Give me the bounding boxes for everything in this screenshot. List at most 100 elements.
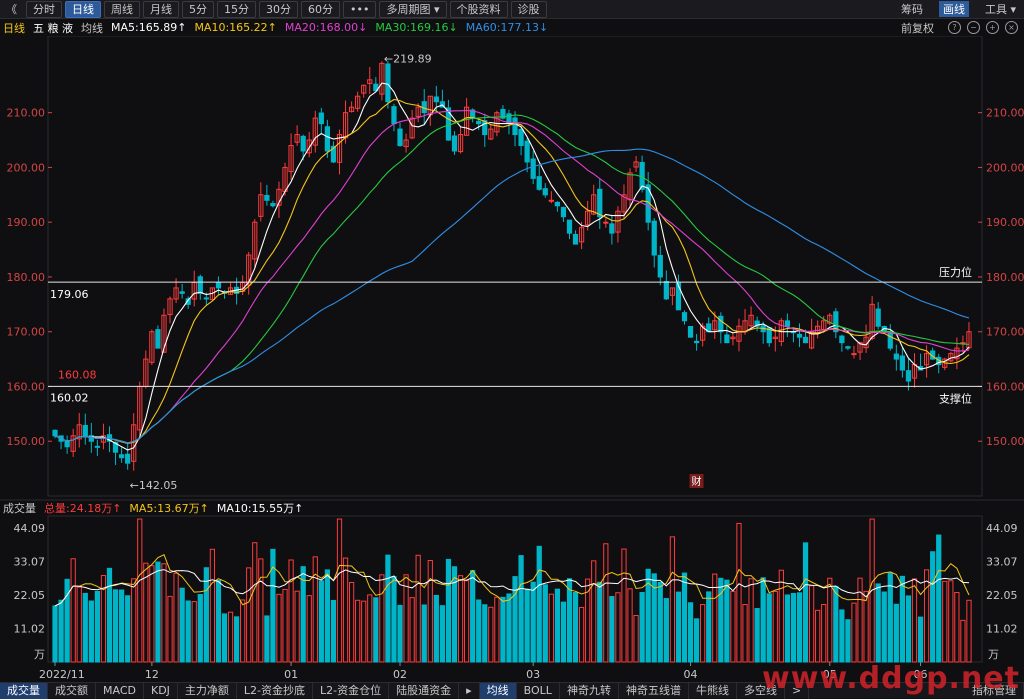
x-axis-label: 2022/11 bbox=[39, 668, 85, 681]
volume-bar bbox=[796, 592, 803, 663]
x-axis-label: 04 bbox=[684, 668, 698, 681]
volume-bar bbox=[330, 599, 337, 663]
high-marker: ←219.89 bbox=[384, 53, 432, 66]
candle-body bbox=[203, 297, 209, 300]
volume-bar bbox=[500, 596, 506, 663]
indicator-tab-8[interactable]: ▸ bbox=[459, 682, 480, 699]
volume-bar bbox=[851, 602, 857, 663]
volume-bar bbox=[88, 600, 94, 663]
ma20-value: MA20:168.00↓ bbox=[284, 21, 368, 34]
volume-bar bbox=[258, 558, 264, 663]
volume-bar bbox=[233, 616, 240, 663]
volume-bar bbox=[361, 600, 367, 663]
period-button-8[interactable]: ••• bbox=[343, 0, 377, 18]
ma60-value: MA60:177.13↓ bbox=[465, 21, 549, 34]
watermark: www.ddgp.net bbox=[762, 661, 1020, 696]
volume-bar bbox=[173, 572, 179, 663]
volume-bar bbox=[821, 604, 827, 663]
close-icon[interactable]: × bbox=[1005, 21, 1018, 34]
volume-ma5: MA5:13.67万↑ bbox=[129, 502, 209, 515]
volume-bar bbox=[282, 588, 288, 663]
volume-bar bbox=[633, 614, 639, 663]
indicator-tab-5[interactable]: L2-资金抄底 bbox=[237, 682, 314, 699]
volume-bar bbox=[209, 548, 216, 663]
indicator-tab-0[interactable]: 成交量 bbox=[0, 682, 48, 699]
volume-bar bbox=[300, 566, 306, 663]
volume-bar bbox=[427, 559, 433, 663]
volume-bar bbox=[70, 558, 76, 663]
candle-body bbox=[693, 340, 700, 344]
volume-bar bbox=[700, 604, 706, 663]
indicator-tab-4[interactable]: 主力净额 bbox=[178, 682, 237, 699]
indicator-tab-12[interactable]: 神奇五线谱 bbox=[619, 682, 689, 699]
candle-body bbox=[681, 312, 688, 322]
period-button-9[interactable]: 多周期图 ▾ bbox=[379, 0, 447, 18]
price-tick-label-left: 190.00 bbox=[7, 216, 46, 229]
period-button-1[interactable]: 日线 bbox=[65, 0, 101, 18]
candle-body bbox=[597, 188, 603, 218]
volume-bar bbox=[675, 591, 682, 663]
volume-bar bbox=[445, 558, 452, 663]
volume-bar bbox=[506, 593, 512, 663]
indicator-tab-11[interactable]: 神奇九转 bbox=[560, 682, 619, 699]
indicator-tab-3[interactable]: KDJ bbox=[144, 682, 178, 699]
volume-bar bbox=[94, 590, 101, 663]
period-button-10[interactable]: 个股资料 bbox=[449, 0, 508, 18]
volume-bar bbox=[488, 606, 494, 663]
volume-bar bbox=[161, 563, 167, 663]
volume-bar bbox=[766, 593, 772, 663]
volume-bar bbox=[415, 554, 421, 663]
volume-bar bbox=[276, 593, 282, 663]
candle-body bbox=[52, 429, 58, 437]
volume-bar bbox=[215, 579, 222, 663]
indicator-tab-9[interactable]: 均线 bbox=[479, 682, 517, 699]
period-button-11[interactable]: 诊股 bbox=[510, 0, 547, 18]
adjust-selector[interactable]: 前复权 bbox=[901, 20, 934, 36]
indicator-tab-7[interactable]: 陆股通资金 bbox=[389, 682, 460, 699]
volume-bar bbox=[863, 590, 869, 663]
indicator-tab-2[interactable]: MACD bbox=[96, 682, 144, 699]
volume-bar bbox=[905, 595, 912, 663]
volume-bar bbox=[451, 566, 458, 663]
period-button-2[interactable]: 周线 bbox=[104, 0, 140, 18]
indicator-tab-6[interactable]: L2-资金仓位 bbox=[313, 682, 390, 699]
volume-bar bbox=[772, 590, 778, 663]
kline-chart[interactable]: 210.00 210.00 200.00 200.00 190.00 190.00 180.… bbox=[0, 36, 1024, 682]
volume-bar bbox=[391, 576, 397, 663]
volume-bar bbox=[881, 591, 887, 663]
period-button-5[interactable]: 15分 bbox=[217, 0, 256, 18]
candle-body bbox=[215, 281, 222, 289]
candle-body bbox=[802, 336, 809, 344]
back-button[interactable]: 《 bbox=[0, 2, 23, 17]
indicator-tab-1[interactable]: 成交额 bbox=[48, 682, 96, 699]
volume-bar bbox=[802, 542, 809, 663]
volume-bar bbox=[397, 604, 403, 663]
zoom-out-icon[interactable]: − bbox=[967, 21, 980, 34]
volume-bar bbox=[227, 611, 234, 663]
toolbar-right-0[interactable]: 筹码 bbox=[901, 1, 923, 17]
period-button-4[interactable]: 5分 bbox=[182, 0, 214, 18]
settings-icon[interactable]: ? bbox=[948, 21, 961, 34]
volume-bar bbox=[433, 594, 439, 663]
volume-bar bbox=[899, 575, 906, 663]
period-button-0[interactable]: 分时 bbox=[26, 0, 62, 18]
price-tick-label-right: 180.00 bbox=[986, 271, 1024, 284]
volume-bar bbox=[930, 551, 936, 663]
candle-body bbox=[675, 282, 682, 311]
indicator-tab-13[interactable]: 牛熊线 bbox=[689, 682, 737, 699]
period-button-7[interactable]: 60分 bbox=[301, 0, 340, 18]
candle-body bbox=[94, 445, 101, 448]
ma5-value: MA5:165.89↑ bbox=[111, 21, 187, 34]
volume-bar bbox=[693, 618, 700, 663]
volume-bar bbox=[155, 561, 161, 663]
period-button-3[interactable]: 月线 bbox=[143, 0, 179, 18]
toolbar-right-2[interactable]: 工具 ▾ bbox=[985, 1, 1016, 17]
zoom-in-icon[interactable]: + bbox=[986, 21, 999, 34]
indicator-tab-10[interactable]: BOLL bbox=[517, 682, 560, 699]
indicator-label[interactable]: 均线 bbox=[81, 20, 103, 36]
volume-bar bbox=[530, 581, 536, 663]
period-button-6[interactable]: 30分 bbox=[259, 0, 298, 18]
volume-bar bbox=[403, 574, 409, 663]
candle-body bbox=[476, 120, 482, 125]
toolbar-right-1[interactable]: 画线 bbox=[938, 1, 969, 17]
